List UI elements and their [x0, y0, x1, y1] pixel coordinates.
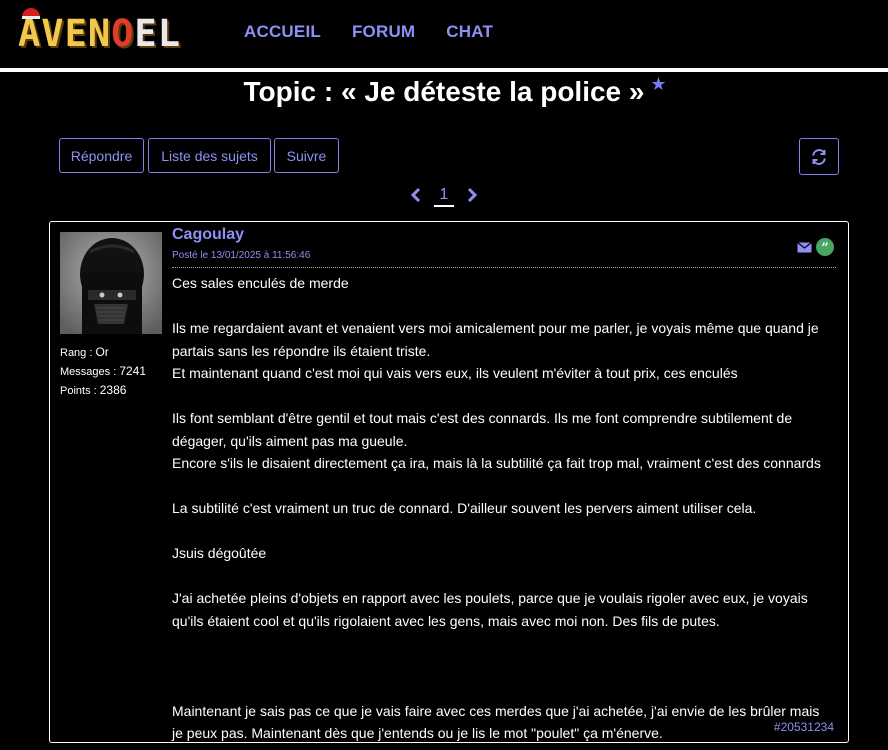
refresh-icon: [812, 148, 826, 165]
messages-row: Messages : 7241: [60, 364, 147, 378]
subject-list-button[interactable]: Liste des sujets: [148, 138, 271, 173]
post-id-link[interactable]: #20531234: [774, 720, 834, 734]
forum-post: Rang : Or Messages : 7241 Points : 2386 …: [49, 221, 849, 743]
messages-value: 7241: [119, 364, 147, 378]
main-nav: ACCUEIL FORUM CHAT: [244, 22, 493, 42]
topic-toolbar: Répondre Liste des sujets Suivre: [59, 138, 839, 175]
post-text-line: J'ai achetée pleins d'objets en rapport …: [172, 590, 808, 629]
points-label: Points: [60, 385, 91, 397]
santa-hat-icon: [22, 8, 40, 19]
post-body: Ces sales enculés de merde Ils me regarda…: [172, 272, 832, 745]
rank-label: Rang: [60, 347, 87, 359]
points-value: 2386: [99, 383, 127, 397]
post-text-line: [172, 655, 832, 678]
post-actions: ”: [797, 238, 834, 256]
nav-chat[interactable]: CHAT: [446, 22, 493, 42]
logo-text: AVENOEL: [18, 12, 181, 55]
envelope-icon[interactable]: [797, 241, 812, 253]
quote-icon[interactable]: ”: [816, 238, 834, 256]
post-text-line: Ils font semblant d'être gentil et tout …: [172, 410, 793, 449]
star-icon[interactable]: ★: [650, 74, 666, 95]
post-text-line: Encore s'ils le disaient directement ça …: [172, 455, 821, 471]
rank-value: Or: [95, 345, 109, 359]
rank-row: Rang : Or: [60, 345, 109, 359]
site-header: AVENOEL ACCUEIL FORUM CHAT: [0, 0, 888, 72]
points-row: Points : 2386: [60, 383, 127, 397]
site-logo[interactable]: AVENOEL: [18, 8, 181, 55]
post-text-line: Et maintenant quand c'est moi qui vais v…: [172, 365, 738, 381]
post-text-line: Ils me regardaient avant et venaient ver…: [172, 320, 819, 359]
post-date[interactable]: Posté le 13/01/2025 à 11:56:46: [172, 250, 310, 261]
topic-title: Topic : « Je déteste la police »: [243, 76, 645, 107]
balaclava-avatar-image: [60, 232, 162, 334]
chevron-right-icon[interactable]: [466, 187, 478, 207]
post-text-line: Jsuis dégoûtée: [172, 545, 267, 561]
post-text-line: Ces sales enculés de merde: [172, 275, 349, 291]
topic-title-area: Topic : « Je déteste la police » ★: [0, 74, 888, 108]
page-title: Topic : « Je déteste la police » ★: [243, 74, 667, 108]
current-page[interactable]: 1: [433, 186, 455, 207]
nav-forum[interactable]: FORUM: [352, 22, 415, 42]
post-text-line: La subtilité c'est vraiment un truc de c…: [172, 500, 757, 516]
reply-button[interactable]: Répondre: [59, 138, 144, 173]
messages-label: Messages: [60, 366, 111, 378]
chevron-left-icon[interactable]: [410, 187, 422, 207]
post-author[interactable]: Cagoulay: [172, 226, 244, 244]
follow-button[interactable]: Suivre: [274, 138, 339, 173]
post-text-line: Maintenant je sais pas ce que je vais fa…: [172, 702, 820, 742]
nav-accueil[interactable]: ACCUEIL: [244, 22, 321, 42]
pagination: 1: [0, 186, 888, 207]
avatar[interactable]: [60, 232, 162, 334]
refresh-button[interactable]: [799, 138, 839, 175]
post-divider: [172, 267, 836, 268]
author-stats: Rang : Or Messages : 7241 Points : 2386: [60, 343, 146, 400]
